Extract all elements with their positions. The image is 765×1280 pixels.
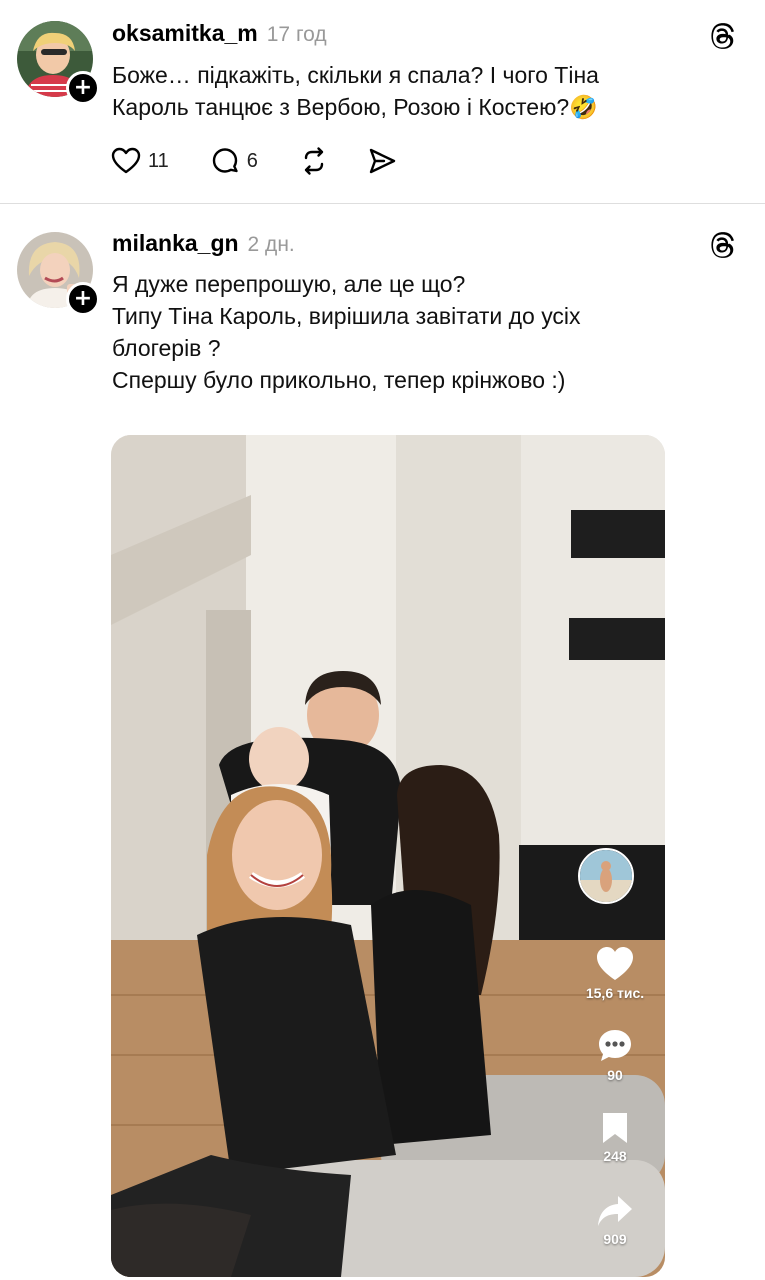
video-like-button[interactable]: 15,6 тис. [565, 945, 665, 1001]
follow-plus-icon[interactable]: + [66, 71, 100, 105]
post-actions: 11 6 [110, 145, 398, 177]
video-save-count: 248 [603, 1148, 627, 1164]
post-text-line: блогерів ? [112, 335, 221, 361]
video-comment-count: 90 [607, 1067, 623, 1083]
username[interactable]: oksamitka_m [112, 20, 258, 47]
post-text: Боже… підкажіть, скільки я спала? І чого… [112, 59, 712, 123]
comment-bubble-icon [212, 148, 238, 173]
comment-bubble-icon [599, 1030, 631, 1061]
video-like-count: 15,6 тис. [585, 985, 645, 1001]
reply-button[interactable]: 6 [209, 145, 258, 177]
post-text-line: Кароль танцює з Вербою, Розою і Костею?🤣 [112, 94, 598, 120]
post-text-line: Я дуже перепрошую, але це що? [112, 271, 466, 297]
post-header: oksamitka_m 17 год [112, 20, 327, 47]
repost-button[interactable] [298, 145, 330, 177]
creator-avatar[interactable] [578, 848, 634, 904]
video-share-button[interactable]: 909 [565, 1193, 665, 1247]
reply-count: 6 [246, 149, 258, 172]
timestamp: 2 дн. [247, 233, 295, 256]
share-button[interactable] [366, 145, 398, 177]
threads-logo-icon[interactable] [709, 22, 737, 50]
video-side-controls: 15,6 тис. 90 248 909 [565, 435, 665, 1277]
like-count: 11 [148, 149, 169, 172]
heart-icon [111, 147, 141, 174]
bookmark-icon [603, 1113, 627, 1143]
video-comment-button[interactable]: 90 [565, 1027, 665, 1083]
author-avatar-container[interactable]: + [17, 21, 100, 105]
thread-post: + oksamitka_m 17 год Боже… підкажіть, ск… [0, 0, 765, 203]
repost-icon [304, 147, 324, 175]
video-save-button[interactable]: 248 [565, 1110, 665, 1164]
author-avatar-container[interactable]: + [17, 232, 100, 316]
heart-icon [597, 947, 633, 980]
username[interactable]: milanka_gn [112, 230, 239, 257]
post-text-line: Спершу було прикольно, тепер крінжово :) [112, 367, 566, 393]
follow-plus-icon[interactable]: + [66, 282, 100, 316]
timestamp: 17 год [266, 23, 327, 46]
threads-logo-icon[interactable] [709, 231, 737, 259]
send-icon [369, 148, 396, 174]
post-text: Я дуже перепрошую, але це що? Типу Тіна … [112, 268, 712, 396]
post-text-line: Типу Тіна Кароль, вирішила завітати до у… [112, 303, 581, 329]
video-attachment[interactable]: 15,6 тис. 90 248 909 [111, 435, 665, 1277]
post-header: milanka_gn 2 дн. [112, 230, 295, 257]
video-share-count: 909 [603, 1231, 627, 1247]
thread-post: + milanka_gn 2 дн. Я дуже перепрошую, ал… [0, 204, 765, 1280]
share-arrow-icon [598, 1196, 632, 1226]
like-button[interactable]: 11 [110, 145, 169, 177]
post-text-line: Боже… підкажіть, скільки я спала? І чого… [112, 62, 599, 88]
